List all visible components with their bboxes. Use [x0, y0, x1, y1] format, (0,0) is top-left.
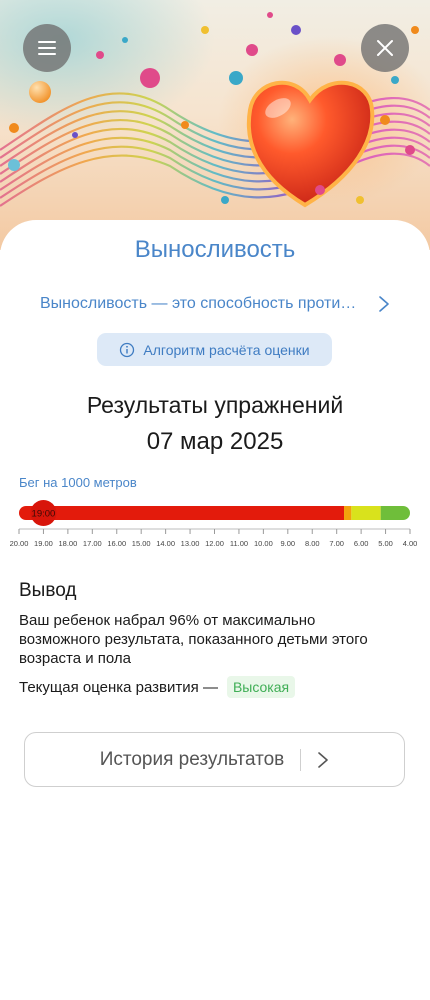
- close-button[interactable]: [361, 24, 409, 72]
- scale-tick-label: 14.00: [156, 539, 175, 548]
- scale-tick-label: 16.00: [107, 539, 126, 548]
- assessment-badge: Высокая: [226, 676, 296, 698]
- result-scale: 20.00 19.00 18.00 17.00 16.00 15.00 14.00 13.00…: [10, 500, 418, 548]
- scale-tick-label: 6.00: [354, 539, 369, 548]
- scale-tick-label: 19.00: [34, 539, 53, 548]
- conclusion-text: Ваш ребенок набрал 96% от максимально во…: [19, 612, 368, 667]
- scale-tick-label: 20.00: [10, 539, 29, 548]
- close-icon: [377, 40, 393, 56]
- result-marker-label: 19:00: [32, 509, 56, 520]
- divider: [300, 748, 302, 771]
- chevron-right-icon: [318, 751, 329, 768]
- results-title: Результаты упражнений: [86, 392, 344, 418]
- exercise-label: Бег на 1000 метров: [19, 475, 137, 490]
- algorithm-button[interactable]: Алгоритм расчёта оценки: [97, 333, 332, 366]
- info-icon: [120, 342, 135, 357]
- hamburger-menu-icon: [38, 41, 56, 55]
- scale-tick-label: 9.00: [281, 539, 296, 548]
- scale-segment-0: [19, 506, 345, 520]
- scale-segment-3: [380, 506, 410, 520]
- description-link[interactable]: Выносливость — это способность проти…: [40, 291, 390, 317]
- scale-tick-label: 10.00: [254, 539, 273, 548]
- scale-segment-1: [344, 506, 352, 520]
- scale-tick-label: 12.00: [205, 539, 224, 548]
- scale-tick-label: 13.00: [181, 539, 200, 548]
- assessment-row: Текущая оценка развития — Высокая: [19, 676, 296, 698]
- menu-button[interactable]: [23, 24, 71, 72]
- assessment-label: Текущая оценка развития —: [19, 678, 218, 696]
- scale-tick-label: 5.00: [378, 539, 393, 548]
- history-button[interactable]: История результатов: [24, 732, 405, 787]
- history-label: История результатов: [99, 748, 285, 770]
- scale-tick-label: 17.00: [83, 539, 102, 548]
- page-title: Выносливость: [134, 236, 296, 263]
- scale-tick-label: 8.00: [305, 539, 320, 548]
- scale-tick-label: 4.00: [403, 539, 418, 548]
- scale-tick-label: 18.00: [58, 539, 77, 548]
- results-date: 07 мар 2025: [146, 428, 284, 455]
- description-text: Выносливость — это способность проти…: [40, 295, 357, 312]
- scale-tick-label: 11.00: [230, 539, 248, 548]
- scale-segment-2: [351, 506, 381, 520]
- chevron-right-icon: [379, 296, 389, 312]
- conclusion-title: Вывод: [19, 580, 77, 601]
- algorithm-label: Алгоритм расчёта оценки: [143, 341, 310, 358]
- scale-tick-label: 7.00: [329, 539, 344, 548]
- scale-tick-label: 15.00: [132, 539, 151, 548]
